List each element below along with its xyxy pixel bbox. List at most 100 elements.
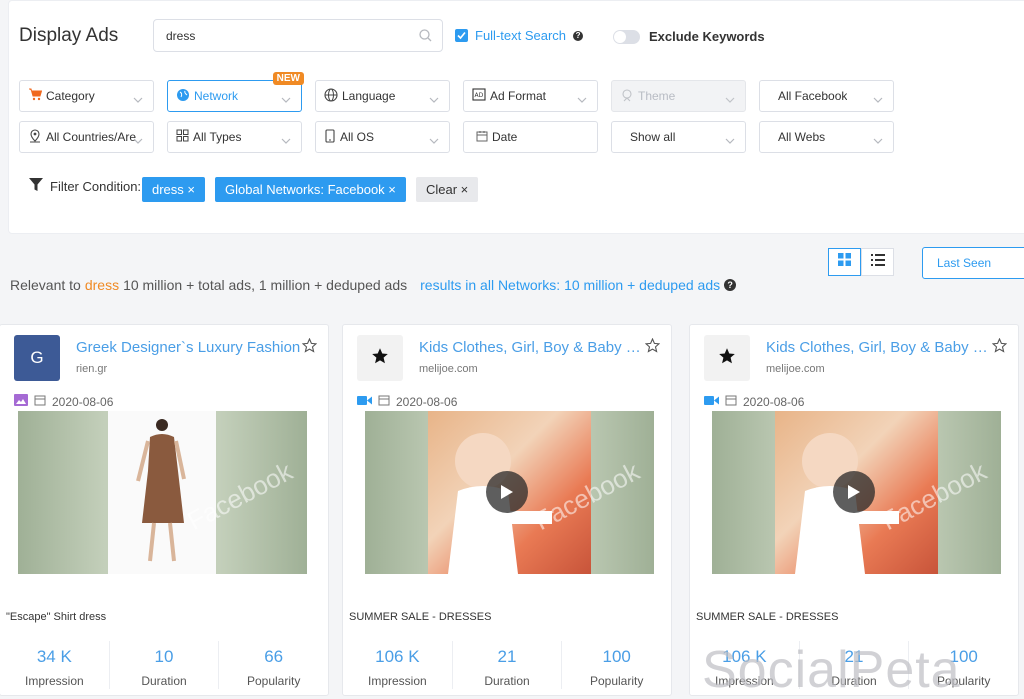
summary-counts: 10 million + total ads, 1 million + dedu…: [123, 277, 408, 293]
stat-duration: 10 Duration: [110, 641, 220, 689]
date-picker[interactable]: Date: [463, 121, 598, 153]
sort-dropdown[interactable]: Last Seen: [922, 247, 1024, 279]
stat-impression: 34 K Impression: [0, 641, 110, 689]
advertiser-logo: [704, 335, 750, 381]
stat-value: 100: [602, 647, 631, 666]
stat-value: 21: [497, 647, 517, 666]
help-icon[interactable]: ?: [724, 279, 737, 291]
help-icon[interactable]: ?: [573, 30, 584, 41]
play-button[interactable]: [833, 471, 875, 513]
summary-networks-link[interactable]: results in all Networks: 10 million + de…: [420, 277, 720, 293]
countries-dropdown[interactable]: All Countries/Are: [19, 121, 154, 153]
os-dropdown[interactable]: All OS: [315, 121, 450, 153]
advertiser-domain: melijoe.com: [766, 363, 825, 375]
ad-creative[interactable]: Facebook: [365, 411, 654, 574]
grid-view-button[interactable]: [828, 248, 861, 276]
ad-meta: 2020-08-06: [14, 394, 113, 409]
calendar-icon: [34, 394, 46, 409]
chevron-down-icon: [429, 133, 439, 147]
search-box[interactable]: [153, 19, 443, 52]
calendar-icon: [378, 394, 390, 409]
new-badge: NEW: [272, 72, 304, 85]
grid-icon: [176, 129, 189, 145]
ad-meta: 2020-08-06: [357, 394, 457, 409]
theme-label: Theme: [638, 89, 676, 103]
ad-stats: 34 K Impression 10 Duration 66 Popularity: [0, 641, 328, 689]
phone-icon: [324, 128, 336, 146]
advertiser-domain: melijoe.com: [419, 363, 478, 375]
funnel-icon: [28, 177, 44, 195]
fulltext-label: Full-text Search: [475, 28, 567, 43]
globe-outline-icon: [324, 87, 338, 105]
ad-creative[interactable]: Facebook: [18, 411, 307, 574]
language-dropdown[interactable]: Language: [315, 80, 450, 112]
tag-global-networks[interactable]: Global Networks: Facebook ×: [215, 177, 406, 202]
search-icon[interactable]: [419, 29, 432, 47]
advertiser-name[interactable]: Kids Clothes, Girl, Boy & Baby Clothing: [419, 339, 644, 356]
star-outline-icon[interactable]: [644, 337, 661, 358]
stat-impression: 106 K Impression: [343, 641, 453, 689]
types-dropdown[interactable]: All Types: [167, 121, 302, 153]
network-dropdown[interactable]: Network NEW: [167, 72, 304, 112]
stat-value: 66: [264, 647, 284, 666]
page-title: Display Ads: [19, 25, 119, 46]
fulltext-search-option[interactable]: Full-text Search ?: [455, 28, 584, 43]
chevron-down-icon: [577, 92, 587, 106]
advertiser-logo: G: [14, 335, 60, 381]
stat-label: Popularity: [246, 674, 301, 688]
date-label: Date: [492, 130, 518, 144]
stat-value: 10: [154, 647, 174, 666]
exclude-toggle[interactable]: [613, 29, 640, 44]
chevron-down-icon: [281, 92, 291, 106]
ad-creative[interactable]: Facebook: [712, 411, 1001, 574]
ad-meta: 2020-08-06: [704, 394, 804, 409]
calendar-icon: [476, 130, 488, 145]
calendar-icon: [725, 394, 737, 409]
ad-date: 2020-08-06: [396, 394, 458, 409]
star-outline-icon[interactable]: [301, 337, 318, 358]
svg-text:AD: AD: [475, 92, 484, 99]
chevron-down-icon: [725, 133, 735, 147]
play-button[interactable]: [486, 471, 528, 513]
advertiser-logo: [357, 335, 403, 381]
chevron-down-icon: [873, 133, 883, 147]
category-dropdown[interactable]: Category: [19, 80, 154, 112]
clear-button[interactable]: Clear ×: [416, 177, 479, 202]
stat-label: Duration: [141, 674, 187, 688]
chevron-down-icon: [281, 133, 291, 147]
location-icon: [28, 128, 42, 146]
ad-format-icon: AD: [472, 88, 486, 104]
ad-format-dropdown[interactable]: AD Ad Format: [463, 80, 598, 112]
tag-dress[interactable]: dress ×: [142, 177, 205, 202]
star-logo-icon: [718, 347, 736, 370]
stat-label: Impression: [24, 674, 84, 688]
webs-dropdown[interactable]: All Webs: [759, 121, 894, 153]
list-view-button[interactable]: [861, 248, 894, 276]
facebook-dropdown[interactable]: All Facebook: [759, 80, 894, 112]
advertiser-domain: rien.gr: [76, 363, 108, 375]
search-input[interactable]: [154, 20, 394, 51]
summary-keyword: dress: [84, 277, 120, 293]
ad-format-label: Ad Format: [490, 89, 547, 103]
video-type-icon: [357, 395, 372, 409]
video-type-icon: [704, 395, 719, 409]
grid-view-icon: [838, 253, 851, 271]
ad-caption: SUMMER SALE - DRESSES: [696, 611, 839, 623]
advertiser-name[interactable]: Kids Clothes, Girl, Boy & Baby Clothing: [766, 339, 991, 356]
webs-label: All Webs: [778, 130, 826, 144]
chevron-down-icon: [725, 92, 735, 106]
show-all-dropdown[interactable]: Show all: [611, 121, 746, 153]
ad-card[interactable]: G Greek Designer`s Luxury Fashion rien.g…: [0, 324, 329, 696]
advertiser-name[interactable]: Greek Designer`s Luxury Fashion: [76, 339, 301, 356]
facebook-label: All Facebook: [778, 89, 848, 103]
stat-popularity: 100 Popularity: [562, 641, 671, 689]
language-label: Language: [342, 89, 396, 103]
star-outline-icon[interactable]: [991, 337, 1008, 358]
exclude-keywords-option[interactable]: Exclude Keywords: [613, 29, 765, 44]
stat-label: Duration: [484, 674, 530, 688]
types-label: All Types: [193, 130, 242, 144]
category-label: Category: [46, 89, 95, 103]
exclude-label: Exclude Keywords: [649, 29, 765, 44]
fulltext-checkbox[interactable]: [455, 29, 468, 42]
ad-card[interactable]: Kids Clothes, Girl, Boy & Baby Clothing …: [342, 324, 672, 696]
